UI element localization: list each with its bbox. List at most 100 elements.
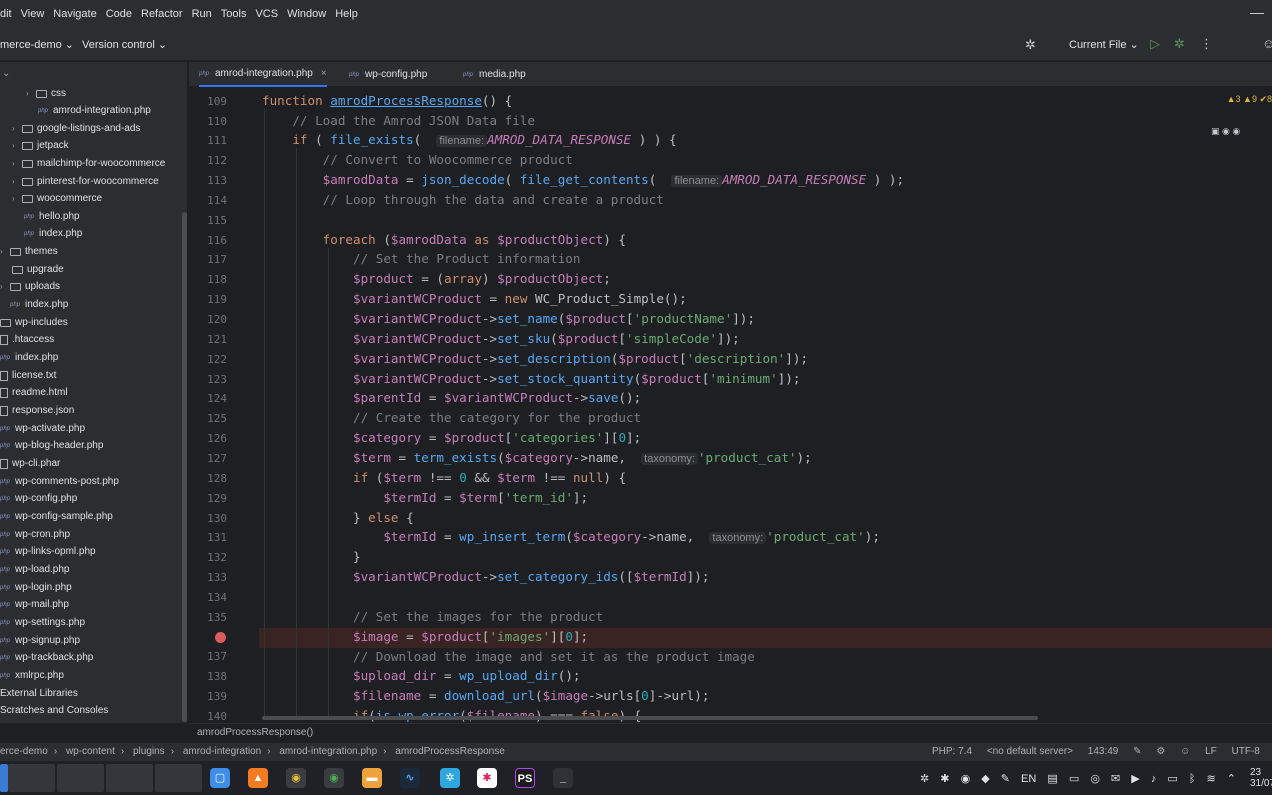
tree-item[interactable]: php wp-settings.php [0,614,85,631]
tab-media[interactable]: php media.php [463,62,526,87]
menu-window[interactable]: Window [287,8,326,20]
tree-item[interactable]: php wp-blog-header.php [0,437,103,454]
tab-amrod-integration[interactable]: php amrod-integration.php × [199,62,327,87]
crumb-file[interactable]: amrod-integration.php [279,746,377,757]
kodi-icon[interactable]: ✲ [440,768,460,788]
debug-icon[interactable]: ✲ [1174,36,1185,52]
face-icon[interactable]: ☺ [1180,746,1190,757]
tree-item[interactable]: php wp-activate.php [0,420,85,437]
tree-item[interactable]: › jetpack [12,137,69,154]
chevron-right-icon[interactable]: › [12,177,22,186]
tree-item[interactable]: php wp-config.php [0,490,77,507]
chevron-right-icon[interactable]: › [12,159,22,168]
bluetooth-icon[interactable]: ᛒ [1189,773,1196,785]
tree-item[interactable]: php wp-links-opml.php [0,543,96,560]
tree-item[interactable]: php wp-signup.php [0,632,80,649]
tree-item[interactable]: license.txt [0,367,56,384]
bug-icon[interactable]: ✲ [1025,37,1036,53]
screen-icon[interactable]: ▭ [1069,773,1079,785]
tree-item[interactable]: upgrade [12,261,64,278]
tree-item[interactable]: wp-includes [0,314,68,331]
tree-item[interactable]: › uploads [0,278,60,295]
user-icon[interactable]: ☺ [1262,36,1272,51]
crumb-plugins[interactable]: plugins [133,746,165,757]
crumb-wp-content[interactable]: wp-content [66,746,115,757]
phpstorm-icon[interactable]: PS [515,768,535,788]
tree-item[interactable]: Scratches and Consoles [0,702,108,719]
tree-item[interactable]: .htaccess [0,331,54,348]
server-config[interactable]: <no default server> [987,746,1073,757]
code-editor[interactable]: 109 110 111 112 113 114 115 116 117 118 … [189,88,1272,722]
chevron-right-icon[interactable]: › [12,124,22,133]
settings-icon[interactable]: ✲ [920,773,929,785]
tree-item[interactable]: php wp-cron.php [0,526,70,543]
tree-item[interactable]: php xmlrpc.php [0,667,64,684]
pen-icon[interactable]: ✎ [1133,746,1141,757]
firefox-icon[interactable]: ◉ [1232,126,1240,136]
chevron-right-icon[interactable]: › [12,141,22,150]
workspace-thumbnail[interactable] [155,764,202,792]
menu-vcs[interactable]: VCS [255,8,278,20]
tree-item[interactable]: php wp-trackback.php [0,649,93,666]
tree-item[interactable]: › pinterest-for-woocommerce [12,173,159,190]
file-encoding[interactable]: UTF-8 [1232,746,1260,757]
tree-item[interactable]: php amrod-integration.php [38,102,151,119]
run-configuration-selector[interactable]: Current File ⌄ [1069,38,1139,51]
minimize-icon[interactable] [1250,13,1264,14]
run-icon[interactable]: ▷ [1150,36,1160,52]
pen-icon[interactable]: ✎ [1001,773,1010,785]
chrome-icon[interactable]: ◉ [1222,126,1230,136]
tree-item[interactable]: php wp-mail.php [0,596,69,613]
play-icon[interactable]: ▶ [1131,773,1139,785]
menu-help[interactable]: Help [335,8,358,20]
keyboard-language[interactable]: EN [1021,773,1036,785]
phpstorm-icon[interactable]: ▣ [1211,126,1220,136]
menu-edit[interactable]: dit [0,8,12,20]
mail-icon[interactable]: ✉ [1111,773,1120,785]
workspace-thumbnail[interactable] [106,764,153,792]
breakpoint-icon[interactable] [215,632,226,643]
terminal-icon[interactable]: _ [553,768,573,788]
menu-navigate[interactable]: Navigate [53,8,96,20]
tree-item[interactable]: › woocommerce [12,190,102,207]
tab-wp-config[interactable]: php wp-config.php [349,62,427,87]
chevron-up-icon[interactable]: ⌃ [1227,773,1236,785]
chrome-icon[interactable]: ◉ [286,768,306,788]
steam-icon[interactable]: ◎ [1090,773,1100,785]
slack-icon[interactable]: ✱ [477,768,497,788]
folder-icon[interactable]: ▬ [362,768,382,788]
tree-item[interactable]: External Libraries [0,685,78,702]
menu-code[interactable]: Code [106,8,132,20]
chrome-tray-icon[interactable]: ◉ [961,773,971,785]
volume-icon[interactable]: ♪ [1151,773,1157,785]
tree-scrollbar[interactable] [182,212,187,722]
chevron-right-icon[interactable]: › [26,89,36,98]
tree-item[interactable]: php index.php [24,225,82,242]
window-manager-icon[interactable]: ▢ [210,768,230,788]
tree-item[interactable]: readme.html [0,384,68,401]
menu-run[interactable]: Run [192,8,212,20]
tree-item[interactable]: response.json [0,402,74,419]
chrome-icon[interactable]: ◉ [324,768,344,788]
battery-icon[interactable]: ▭ [1167,773,1177,785]
version-control-selector[interactable]: Version control ⌄ [82,38,167,51]
editor-breadcrumb[interactable]: amrodProcessResponse() [189,723,1272,741]
menu-refactor[interactable]: Refactor [141,8,183,20]
monitor-icon[interactable]: ∿ [400,768,420,788]
project-selector[interactable]: merce-demo ⌄ [0,38,74,51]
chevron-down-icon[interactable]: ⌄ [2,68,10,79]
tree-item[interactable]: php wp-config-sample.php [0,508,113,525]
tree-item[interactable]: php wp-comments-post.php [0,473,119,490]
tree-item[interactable]: wp-cli.phar [0,455,60,472]
close-icon[interactable]: × [321,68,327,79]
app-tray-icon[interactable]: ◆ [981,773,989,785]
workspace-thumbnail[interactable] [57,764,104,792]
crumb-function[interactable]: amrodProcessResponse [395,746,505,757]
tree-item[interactable]: php index.php [10,296,68,313]
menu-tools[interactable]: Tools [221,8,247,20]
line-gutter[interactable]: 109 110 111 112 113 114 115 116 117 118 … [189,88,253,722]
tree-item[interactable]: php index.php [0,349,58,366]
chevron-right-icon[interactable]: › [12,194,22,203]
tree-item[interactable]: › google-listings-and-ads [12,120,140,137]
more-icon[interactable]: ⋮ [1200,36,1213,52]
